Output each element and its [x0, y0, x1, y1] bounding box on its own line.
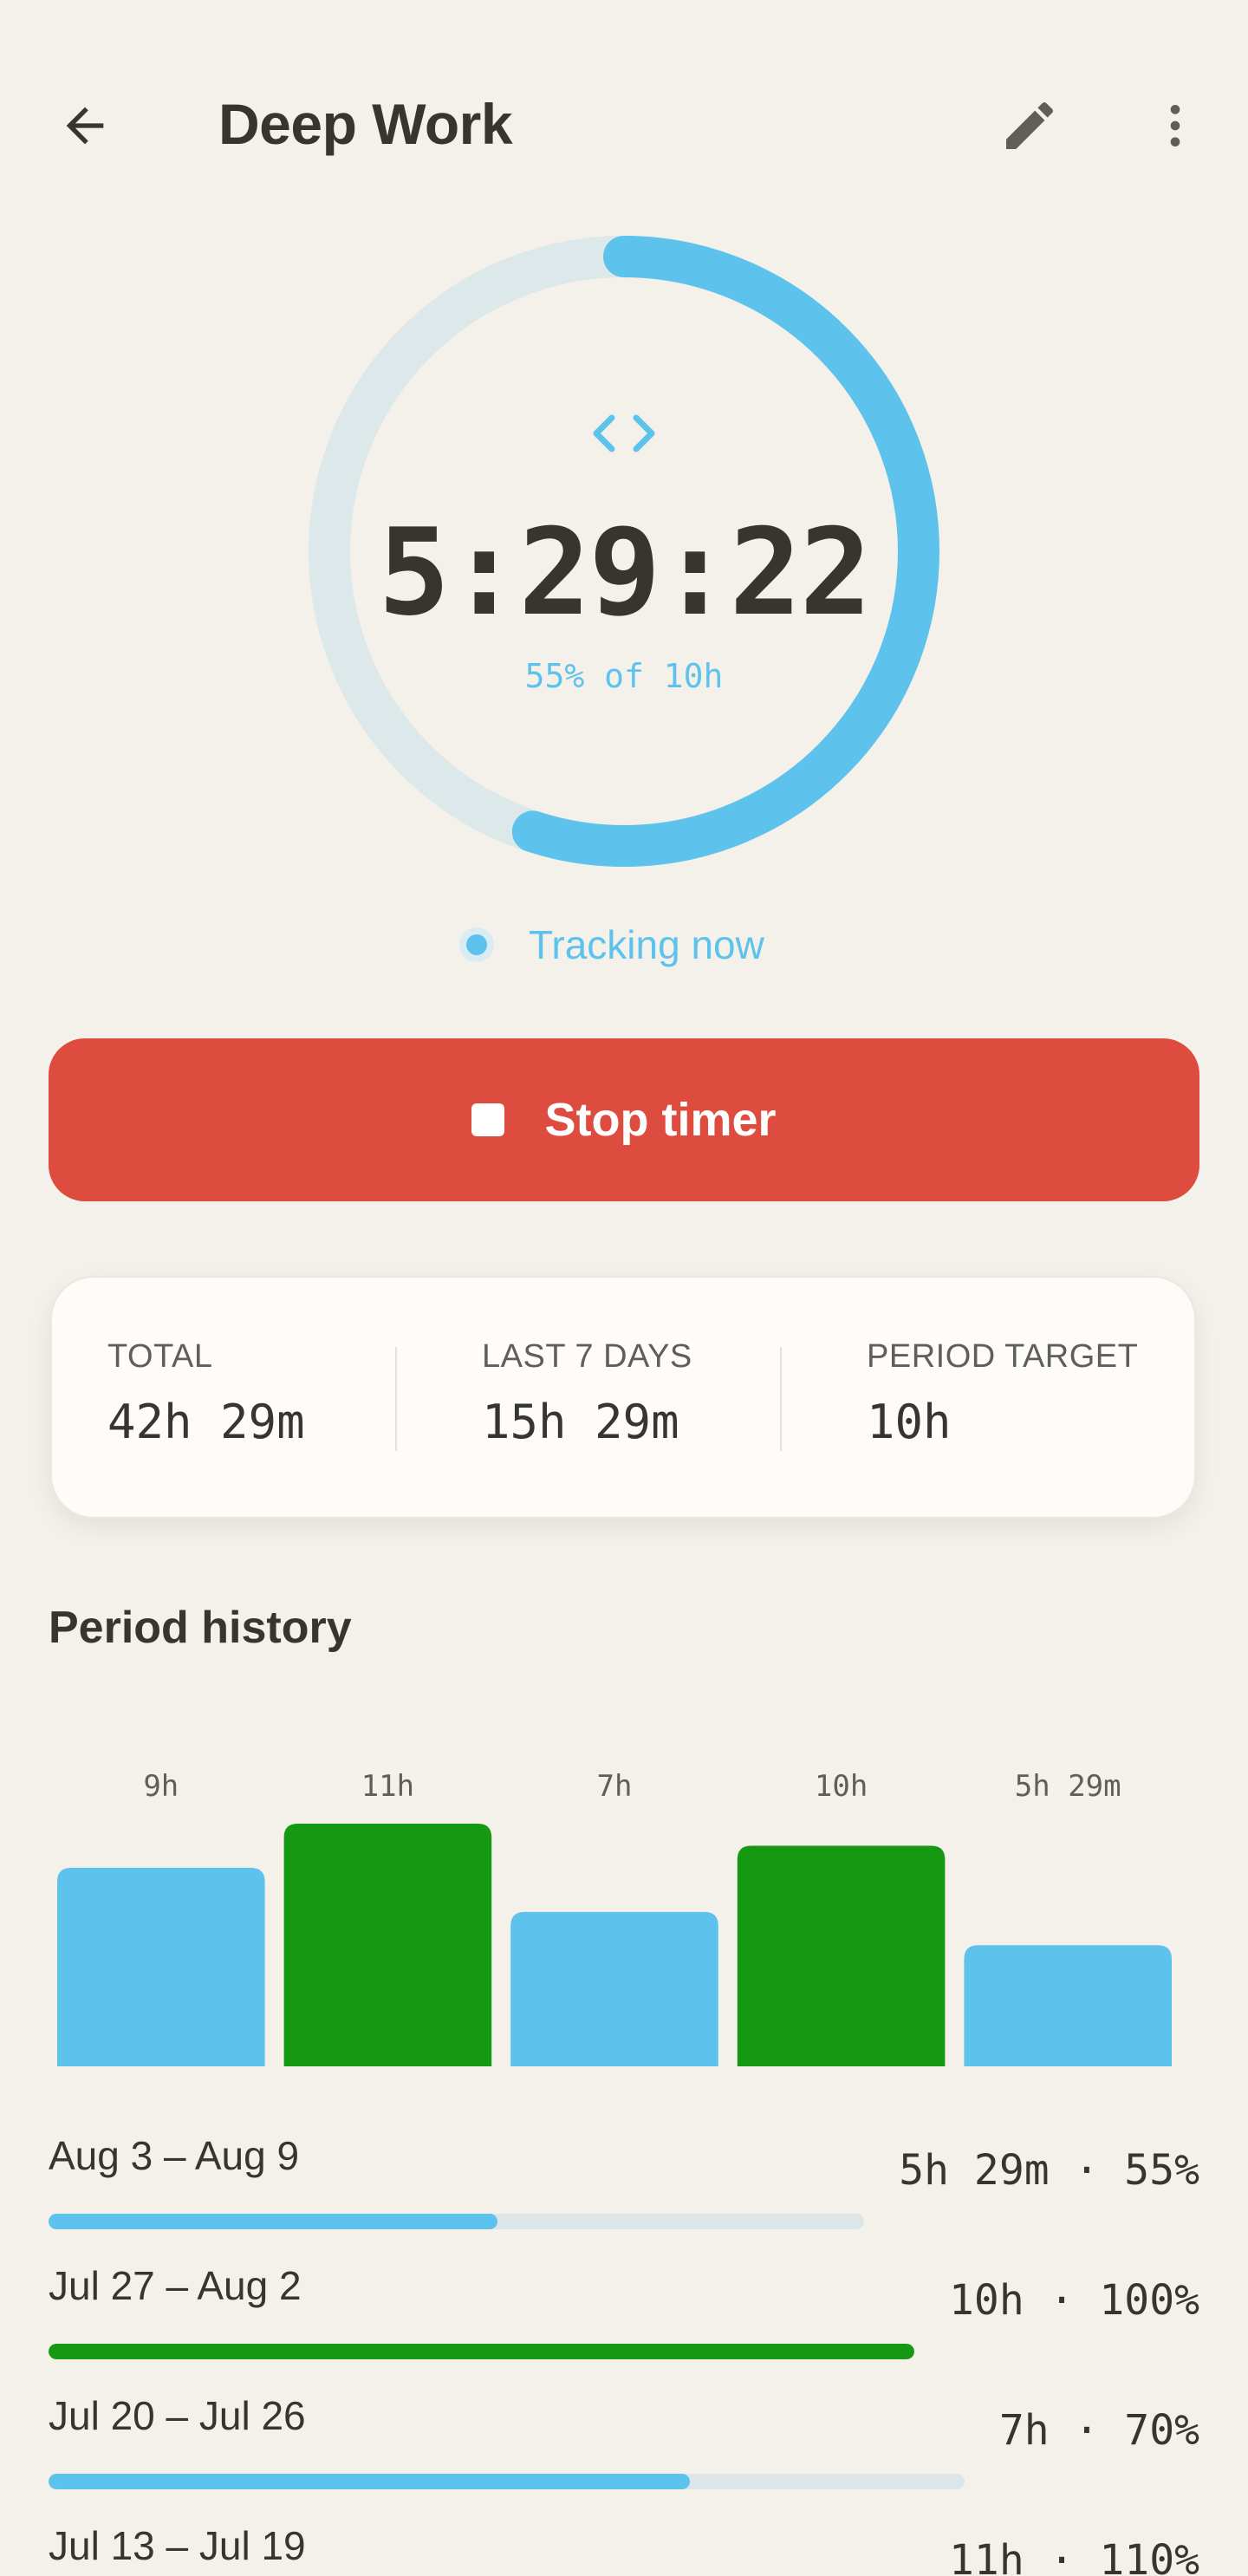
stat-divider: [780, 1347, 782, 1451]
history-value: 10h · 100%: [949, 2276, 1199, 2325]
app-bar: Deep Work: [0, 69, 1248, 182]
history-progress-track: [49, 2344, 915, 2359]
chart-data-label: 10h: [815, 1769, 868, 1804]
code-icon: [586, 407, 662, 459]
history-progress-fill: [49, 2474, 690, 2489]
chart-data-label: 11h: [361, 1769, 414, 1804]
history-progress-fill: [49, 2344, 915, 2359]
chart-data-label: 7h: [597, 1769, 633, 1804]
history-value: 11h · 110%: [949, 2536, 1199, 2576]
stat-divider: [395, 1347, 397, 1451]
history-date-range: Aug 3 – Aug 9: [49, 2133, 300, 2178]
chart-bar[interactable]: [283, 1824, 492, 2066]
chart-bar[interactable]: [964, 1945, 1172, 2066]
elapsed-timer: 5:29:22: [378, 503, 872, 642]
chart-data-label: 9h: [143, 1769, 179, 1804]
tracking-label: Tracking now: [529, 922, 764, 967]
history-date-range: Jul 27 – Aug 2: [49, 2263, 302, 2308]
stat-value: 15h 29m: [482, 1395, 679, 1449]
history-value: 7h · 70%: [998, 2406, 1199, 2455]
section-title: Period history: [49, 1603, 352, 1653]
stop-timer-button[interactable]: Stop timer: [49, 1038, 1199, 1201]
history-progress-fill: [49, 2214, 497, 2229]
tracking-status: Tracking now: [459, 919, 764, 971]
history-date-range: Jul 13 – Jul 19: [49, 2523, 306, 2568]
stop-icon: [471, 1103, 505, 1136]
chart-bar[interactable]: [57, 1867, 265, 2066]
stat-total: TOTAL 42h 29m: [107, 1338, 305, 1449]
live-dot-icon: [459, 927, 494, 962]
chart-data-label: 5h 29m: [1015, 1769, 1121, 1804]
stat-label: PERIOD TARGET: [867, 1338, 1139, 1375]
history-row[interactable]: Jul 20 – Jul 26 7h · 70%: [0, 2375, 1248, 2505]
stat-label: LAST 7 DAYS: [482, 1338, 692, 1375]
stat-value: 10h: [867, 1395, 952, 1449]
history-progress-track: [49, 2474, 965, 2489]
back-button[interactable]: [42, 82, 128, 169]
stat-value: 42h 29m: [107, 1395, 305, 1449]
stat-label: TOTAL: [107, 1338, 213, 1375]
history-row[interactable]: Jul 13 – Jul 19 11h · 110%: [0, 2505, 1248, 2576]
chart-bar[interactable]: [510, 1911, 718, 2066]
period-history-chart: 9h 11h 7h 10h 5h 29m: [0, 1734, 1248, 2080]
more-options-button[interactable]: [1132, 82, 1219, 169]
stop-timer-label: Stop timer: [544, 1094, 777, 1146]
history-row[interactable]: Jul 27 – Aug 2 10h · 100%: [0, 2245, 1248, 2375]
chart-bar[interactable]: [737, 1845, 946, 2066]
edit-button[interactable]: [986, 82, 1073, 169]
stats-card: TOTAL 42h 29m LAST 7 DAYS 15h 29m PERIOD…: [50, 1276, 1196, 1519]
progress-text: 55% of 10h: [524, 657, 724, 695]
history-progress-track: [49, 2214, 865, 2229]
pencil-icon: [1006, 101, 1054, 149]
more-vertical-icon: [1170, 105, 1180, 146]
page-title: Deep Work: [218, 92, 513, 156]
arrow-left-icon: [66, 107, 104, 145]
stat-period-target: PERIOD TARGET 10h: [867, 1338, 1138, 1449]
history-date-range: Jul 20 – Jul 26: [49, 2393, 306, 2438]
history-row[interactable]: Aug 3 – Aug 9 5h 29m · 55%: [0, 2115, 1248, 2245]
stat-last-7-days: LAST 7 DAYS 15h 29m: [482, 1338, 692, 1449]
history-value: 5h 29m · 55%: [899, 2146, 1199, 2195]
